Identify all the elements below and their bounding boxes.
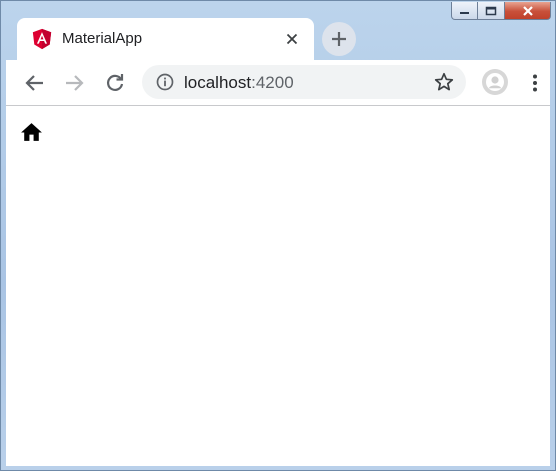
reload-icon bbox=[107, 74, 124, 91]
url-host: localhost bbox=[184, 73, 252, 92]
info-icon[interactable] bbox=[156, 73, 174, 91]
close-window-button[interactable] bbox=[505, 2, 551, 20]
address-bar[interactable]: localhost:4200 bbox=[142, 65, 466, 99]
home-icon[interactable] bbox=[19, 120, 44, 145]
back-arrow-icon bbox=[25, 75, 43, 91]
profile-avatar[interactable] bbox=[482, 69, 508, 95]
window-caption-buttons bbox=[451, 2, 551, 20]
url-port: :4200 bbox=[251, 73, 294, 92]
close-icon bbox=[286, 33, 298, 45]
minimize-icon bbox=[460, 11, 469, 14]
more-vert-icon bbox=[533, 74, 537, 92]
browser-tab[interactable]: MaterialApp bbox=[17, 18, 314, 60]
reload-button[interactable] bbox=[103, 71, 127, 95]
url-text[interactable]: localhost:4200 bbox=[184, 73, 294, 93]
tab-title: MaterialApp bbox=[62, 30, 143, 47]
bookmark-star-icon[interactable] bbox=[434, 72, 454, 92]
minimize-button[interactable] bbox=[451, 2, 478, 20]
plus-icon bbox=[332, 32, 346, 46]
forward-button[interactable] bbox=[62, 71, 86, 95]
back-button[interactable] bbox=[23, 71, 47, 95]
browser-window: MaterialApp localhost:4200 bbox=[0, 0, 556, 471]
new-tab-button[interactable] bbox=[322, 22, 356, 56]
forward-arrow-icon bbox=[66, 75, 84, 91]
user-icon bbox=[486, 73, 504, 91]
page-content bbox=[6, 106, 550, 466]
browser-toolbar: localhost:4200 bbox=[6, 60, 550, 106]
maximize-button[interactable] bbox=[478, 2, 505, 20]
angular-logo-icon bbox=[32, 28, 52, 50]
close-icon bbox=[522, 5, 533, 16]
tab-close-button[interactable] bbox=[282, 29, 302, 49]
browser-menu-button[interactable] bbox=[526, 72, 544, 94]
maximize-icon bbox=[485, 6, 497, 15]
